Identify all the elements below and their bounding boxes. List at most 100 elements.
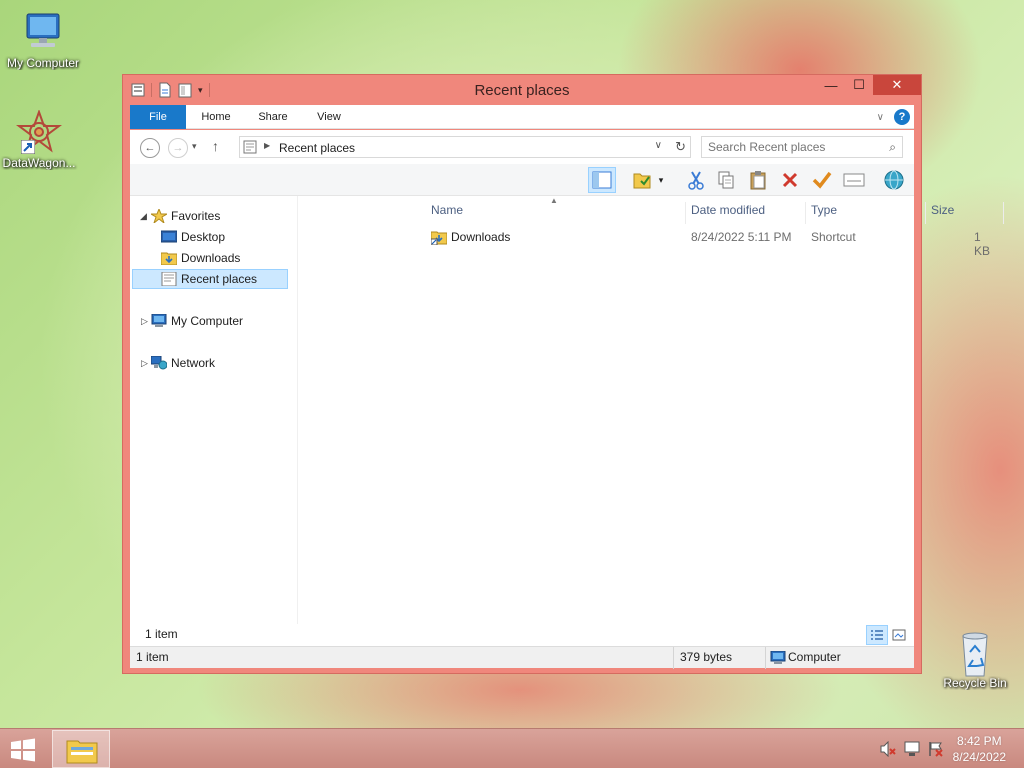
- action-center-flag-icon[interactable]: [928, 741, 944, 760]
- taskbar: 8:42 PM 8/24/2022: [0, 728, 1024, 768]
- title-bar[interactable]: ▾ Recent places — ☐ ✕: [123, 75, 921, 105]
- desktop-icon-label: My Computer: [6, 56, 80, 70]
- large-icons-view-button[interactable]: [888, 625, 910, 645]
- nav-downloads[interactable]: Downloads: [138, 248, 288, 268]
- nav-my-computer[interactable]: ▷ My Computer: [138, 311, 288, 331]
- search-input[interactable]: [704, 139, 874, 155]
- nav-recent-places[interactable]: Recent places: [132, 269, 288, 289]
- column-header-type[interactable]: Type: [806, 202, 926, 224]
- maximize-button[interactable]: ☐: [845, 75, 873, 95]
- datawagon-logo-icon: [15, 109, 63, 154]
- tab-share[interactable]: Share: [250, 105, 296, 129]
- copy-button[interactable]: [712, 167, 740, 193]
- star-icon: [149, 207, 169, 225]
- column-header-name[interactable]: Name: [426, 202, 686, 224]
- desktop-icon-datawagon[interactable]: DataWagon...: [0, 109, 82, 170]
- recent-places-icon: [161, 271, 177, 287]
- shortcut-arrow-icon: [21, 140, 35, 154]
- system-tray: [880, 740, 944, 760]
- properties-card-icon: [843, 173, 865, 187]
- delete-x-icon: [782, 172, 798, 188]
- item-count: 1 item: [145, 627, 178, 641]
- preview-pane-icon: [592, 171, 612, 189]
- taskbar-file-explorer-button[interactable]: [52, 730, 110, 768]
- search-icon[interactable]: ⌕: [889, 140, 896, 155]
- recycle-bin-icon: [951, 630, 999, 677]
- file-list: ▲ Name Date modified Type Size Downloads…: [300, 196, 1004, 643]
- nav-favorites[interactable]: ◢ Favorites: [138, 206, 288, 226]
- ribbon-tabs: File Home Share View ∨ ?: [130, 105, 914, 129]
- close-button[interactable]: ✕: [873, 75, 921, 95]
- open-network-button[interactable]: [880, 167, 908, 193]
- nav-label: My Computer: [171, 314, 244, 328]
- up-button[interactable]: ↑: [212, 138, 219, 154]
- delete-button[interactable]: [776, 167, 804, 193]
- collapsed-arrow-icon[interactable]: ▷: [141, 353, 148, 373]
- ribbon-controls: ∨ ?: [877, 109, 910, 125]
- file-name: Downloads: [451, 230, 511, 244]
- volume-muted-icon[interactable]: [880, 740, 896, 760]
- back-arrow-icon: ←: [144, 142, 156, 154]
- windows-logo-icon: [11, 738, 35, 762]
- search-box[interactable]: ⌕: [701, 136, 903, 158]
- expanded-arrow-icon[interactable]: ◢: [140, 206, 147, 226]
- cut-button[interactable]: [682, 167, 710, 193]
- tab-file[interactable]: File: [130, 105, 186, 129]
- rename-button[interactable]: [808, 167, 836, 193]
- select-button[interactable]: [628, 167, 656, 193]
- breadcrumb-separator-icon[interactable]: ▶: [264, 141, 270, 150]
- recent-locations-chevron-icon[interactable]: ▾: [192, 141, 197, 152]
- collapsed-arrow-icon[interactable]: ▷: [141, 311, 148, 331]
- properties-button[interactable]: [840, 167, 868, 193]
- desktop-icon-my-computer[interactable]: My Computer: [0, 10, 86, 70]
- help-icon[interactable]: ?: [894, 109, 910, 125]
- clock-time: 8:42 PM: [956, 734, 1002, 748]
- nav-desktop[interactable]: Desktop: [138, 227, 288, 247]
- details-size: 379 bytes: [674, 647, 766, 669]
- file-date-modified: 8/24/2022 5:11 PM: [691, 230, 792, 244]
- address-history-chevron-icon[interactable]: ∨: [655, 140, 662, 151]
- large-icons-view-icon: [892, 629, 906, 641]
- network-icon: [150, 355, 168, 370]
- forward-arrow-icon: →: [172, 142, 184, 154]
- nav-label: Downloads: [181, 251, 241, 265]
- details-view-button[interactable]: [866, 625, 888, 645]
- network-status-icon[interactable]: [904, 741, 920, 760]
- address-bar[interactable]: ▶ Recent places ∨ ↻: [239, 136, 691, 158]
- expand-ribbon-chevron-icon[interactable]: ∨: [877, 112, 884, 123]
- navigation-bar: ← → ▾ ↑ ▶ Recent places ∨ ↻ ⌕: [130, 130, 914, 164]
- desktop-icon: [160, 230, 178, 244]
- file-type: Shortcut: [811, 230, 856, 244]
- paste-button[interactable]: [744, 167, 772, 193]
- minimize-button[interactable]: —: [817, 75, 845, 95]
- status-bar: 1 item: [130, 624, 914, 646]
- clock-date: 8/24/2022: [952, 750, 1006, 764]
- system-clock[interactable]: 8:42 PM 8/24/2022: [953, 733, 1006, 765]
- downloads-folder-icon: [160, 251, 178, 266]
- scissors-icon: [688, 171, 704, 190]
- column-header-size[interactable]: Size: [926, 202, 1004, 224]
- file-explorer-icon: [66, 740, 98, 764]
- tab-view[interactable]: View: [308, 105, 350, 129]
- forward-button[interactable]: →: [168, 138, 188, 158]
- nav-label: Desktop: [181, 230, 226, 244]
- preview-pane-button[interactable]: [588, 167, 616, 193]
- select-dropdown-chevron-icon[interactable]: ▾: [654, 167, 668, 193]
- command-toolbar: ▾: [130, 164, 914, 196]
- nav-label: Favorites: [171, 209, 221, 223]
- start-button[interactable]: [8, 738, 38, 762]
- copy-icon: [718, 171, 734, 189]
- nav-network[interactable]: ▷ Network: [138, 353, 288, 373]
- details-view-icon: [871, 630, 883, 640]
- caption-buttons: — ☐ ✕: [817, 75, 921, 95]
- tab-home[interactable]: Home: [194, 105, 238, 129]
- maximize-icon: ☐: [853, 77, 865, 92]
- desktop-icon-recycle-bin[interactable]: Recycle Bin: [932, 630, 1018, 690]
- close-icon: ✕: [891, 77, 903, 92]
- nav-label: Recent places: [181, 272, 258, 286]
- back-button[interactable]: ←: [140, 138, 160, 158]
- navigation-pane: ◢ Favorites Desktop Downloads Recent pla…: [130, 196, 298, 643]
- address-path[interactable]: Recent places: [279, 141, 355, 155]
- refresh-icon[interactable]: ↻: [675, 139, 686, 155]
- column-header-date-modified[interactable]: Date modified: [686, 202, 806, 224]
